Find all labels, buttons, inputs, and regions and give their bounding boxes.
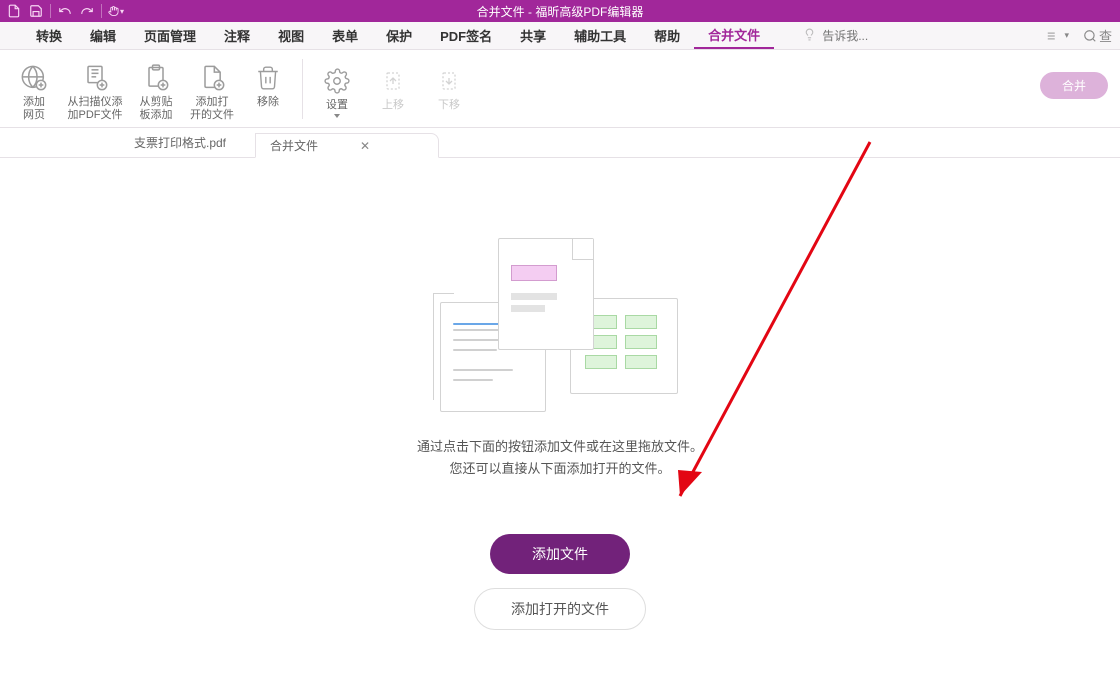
tellme-search[interactable] [792,22,897,49]
add-from-scanner-button[interactable]: 从扫描仪添 加PDF文件 [62,56,128,122]
app-title: 合并文件 - 福昕高级PDF编辑器 [0,3,1120,20]
save-icon[interactable] [28,3,44,19]
label: 从扫描仪添 加PDF文件 [68,96,123,122]
caption-line2: 您还可以直接从下面添加打开的文件。 [417,458,703,480]
arrow-up-icon [377,63,409,99]
move-up-button: 上移 [365,59,421,112]
move-down-button: 下移 [421,59,477,112]
globe-plus-icon [18,60,50,96]
label: 添加打 开的文件 [190,96,234,122]
gear-icon [321,63,353,99]
add-open-files-main-button[interactable]: 添加打开的文件 [474,588,646,630]
ribbon-group-add: 添加 网页 从扫描仪添 加PDF文件 从剪贴 板添加 添加打 开的文件 移除 [6,56,296,122]
menu-form[interactable]: 表单 [318,22,372,49]
tab-label: 合并文件 [270,137,318,154]
actions: 添加文件 添加打开的文件 [474,534,646,630]
separator [101,4,102,18]
separator [302,59,303,119]
tab-label: 支票打印格式.pdf [134,134,226,151]
menu-accessibility[interactable]: 辅助工具 [560,22,640,49]
remove-button[interactable]: 移除 [240,56,296,109]
redo-icon[interactable] [79,3,95,19]
lightbulb-icon [803,28,816,44]
settings-button[interactable]: 设置 [309,59,365,118]
caption-line1: 通过点击下面的按钮添加文件或在这里拖放文件。 [417,436,703,458]
label: 上移 [382,99,404,112]
hand-icon[interactable]: ▾ [108,3,124,19]
menu-page[interactable]: 页面管理 [130,22,210,49]
menu-view[interactable]: 视图 [264,22,318,49]
ribbon: 添加 网页 从扫描仪添 加PDF文件 从剪贴 板添加 添加打 开的文件 移除 设… [0,50,1120,128]
file-icon[interactable] [6,3,22,19]
drop-caption: 通过点击下面的按钮添加文件或在这里拖放文件。 您还可以直接从下面添加打开的文件。 [417,436,703,480]
label: 下移 [438,99,460,112]
separator [50,4,51,18]
trash-icon [252,60,284,96]
tab-spacer [0,128,105,157]
tab-combine[interactable]: 合并文件 ✕ [255,133,439,158]
menu-edit[interactable]: 编辑 [76,22,130,49]
scanner-plus-icon [79,60,111,96]
tab-bar: 支票打印格式.pdf 合并文件 ✕ [0,128,1120,158]
menu-combine[interactable]: 合并文件 [694,22,774,49]
titlebar: ▾ 合并文件 - 福昕高级PDF编辑器 [0,0,1120,22]
arrow-down-icon [433,63,465,99]
menu-convert[interactable]: 转换 [22,22,76,49]
menu-comment[interactable]: 注释 [210,22,264,49]
illustration [440,238,680,418]
label: 移除 [257,96,279,109]
undo-icon[interactable] [57,3,73,19]
content-area: 通过点击下面的按钮添加文件或在这里拖放文件。 您还可以直接从下面添加打开的文件。… [0,158,1120,700]
menu-help[interactable]: 帮助 [640,22,694,49]
add-files-button[interactable]: 添加文件 [490,534,630,574]
options-dropdown[interactable]: ▾ [1044,29,1069,43]
quick-access: ▾ [0,3,124,19]
label: 添加 网页 [23,96,45,122]
clipboard-plus-icon [140,60,172,96]
menu-share[interactable]: 共享 [506,22,560,49]
add-open-files-button[interactable]: 添加打 开的文件 [184,56,240,122]
label: 从剪贴 板添加 [140,96,173,122]
menu-protect[interactable]: 保护 [372,22,426,49]
add-webpage-button[interactable]: 添加 网页 [6,56,62,122]
label: 设置 [326,99,348,118]
search-tool[interactable]: 查 [1083,26,1112,45]
ribbon-group-settings: 设置 上移 下移 [309,59,477,118]
menu-sign[interactable]: PDF签名 [426,22,506,49]
doc-pink [498,238,594,350]
tab-doc1[interactable]: 支票打印格式.pdf [105,128,255,157]
menubar: 转换 编辑 页面管理 注释 视图 表单 保护 PDF签名 共享 辅助工具 帮助 … [0,22,1120,50]
close-icon[interactable]: ✕ [360,139,370,153]
search-label: 查 [1099,26,1112,45]
add-from-clipboard-button[interactable]: 从剪贴 板添加 [128,56,184,122]
tellme-input[interactable] [822,29,886,43]
menubar-right: ▾ 查 [1044,22,1120,49]
merge-button[interactable]: 合并 [1040,72,1108,99]
file-plus-icon [196,60,228,96]
